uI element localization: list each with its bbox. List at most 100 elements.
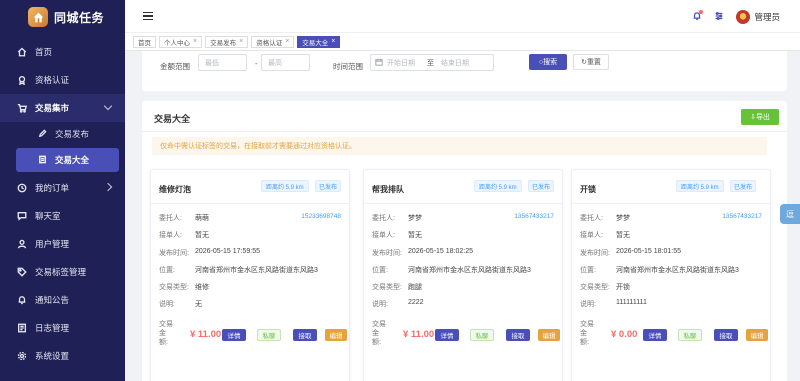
brand[interactable]: 同城任务 [0, 0, 125, 34]
tab-profile[interactable]: 个人中心 × [159, 35, 203, 48]
tab-label: 个人中心 [164, 39, 190, 47]
date-range-picker[interactable]: 开始日期 至 结束日期 [370, 54, 494, 71]
desc-value: 111111111 [616, 299, 647, 306]
sidebar-item-orders[interactable]: 我的订单 [0, 174, 125, 202]
notification-bell-icon[interactable] [692, 9, 704, 23]
tab-publish[interactable]: 交易发布 × [205, 35, 249, 48]
status-badge: 已发布 [528, 180, 555, 192]
type-value: 跑腿 [408, 284, 422, 291]
client-value: 梦梦 [408, 215, 422, 222]
sidebar-subitem-publish[interactable]: 交易发布 [0, 122, 125, 146]
divider [572, 203, 770, 204]
avatar[interactable] [736, 9, 751, 24]
close-icon[interactable]: × [331, 38, 335, 45]
private-chat-button[interactable]: 私聊 [257, 329, 281, 341]
time-row: 发布时间: 2026-05-15 17:59:55 [159, 248, 341, 259]
client-row: 委托人: 梦梦 13567433217 [372, 213, 554, 224]
detail-button[interactable]: 详情 [222, 329, 246, 341]
house-logo-icon [28, 7, 48, 27]
tab-home[interactable]: 首页 [133, 35, 156, 48]
divider [364, 203, 562, 204]
take-button[interactable]: 接取 [293, 329, 317, 341]
taker-row: 接单人: 暂无 [372, 230, 554, 241]
field-label: 发布时间: [372, 250, 402, 257]
bell-icon [16, 295, 27, 306]
phone-value[interactable]: 13567433217 [514, 213, 554, 220]
edit-button[interactable]: 编辑 [746, 329, 768, 341]
field-label: 位置: [159, 267, 175, 274]
take-button[interactable]: 接取 [714, 329, 738, 341]
sidebar-item-home[interactable]: 首页 [0, 38, 125, 66]
field-label: 交易类型: [372, 284, 402, 291]
edit-icon [38, 129, 48, 139]
close-icon[interactable]: × [239, 38, 243, 45]
distance-badge: 距离约 5.9 km [474, 180, 522, 192]
sidebar-item-label: 通知公告 [35, 295, 70, 305]
notice-banner: 仅命中需认证标签的交易，在接取前才需要通过对应资格认证。 [152, 137, 767, 155]
time-value: 2026-05-15 17:59:55 [195, 248, 260, 255]
sidebar-item-certification[interactable]: 资格认证 [0, 66, 125, 94]
field-label: 接单人: [372, 232, 395, 239]
sidebar-item-logs[interactable]: 日志管理 [0, 314, 125, 342]
sidebar-item-market[interactable]: 交易集市 [0, 94, 125, 122]
trade-card: 帮我排队 距离约 5.9 km 已发布 委托人: 梦梦 13567433217 接单… [363, 169, 563, 381]
search-button[interactable]: ○ 搜索 [529, 54, 567, 70]
private-chat-button[interactable]: 私聊 [470, 329, 494, 341]
tag-icon [16, 267, 27, 278]
amount-range-label: 金额范围 [160, 62, 190, 71]
tab-label: 资格认证 [256, 39, 283, 47]
filter-panel: 金额范围 最低 - 最高 时间范围 开始日期 至 结束日期 ○ 搜索 ↻ 重置 [142, 51, 787, 91]
max-amount-input[interactable]: 最高 [261, 54, 310, 71]
end-date-placeholder[interactable]: 结束日期 [441, 58, 469, 68]
reset-button[interactable]: ↻ 重置 [573, 54, 609, 70]
sidebar-subitem-all-trades[interactable]: 交易大全 [16, 148, 119, 172]
phone-value[interactable]: 13567433217 [722, 213, 762, 220]
detail-button[interactable]: 详情 [435, 329, 459, 341]
field-label: 位置: [580, 267, 596, 274]
detail-button[interactable]: 详情 [643, 329, 667, 341]
location-value: 河南省郑州市金水区东风路街道东风路3 [408, 267, 531, 274]
location-row: 位置: 河南省郑州市金水区东风路街道东风路3 [159, 265, 341, 276]
user-name[interactable]: 管理员 [754, 11, 780, 23]
trade-card: 维修灯泡 距离约 5.9 km 已发布 委托人: 萌萌 15233698748 接单… [150, 169, 350, 381]
field-label: 说明: [159, 301, 175, 308]
list-icon [38, 155, 48, 165]
min-amount-input[interactable]: 最低 [198, 54, 247, 71]
hamburger-menu-icon[interactable] [143, 11, 153, 21]
sidebar-item-tags[interactable]: 交易标签管理 [0, 258, 125, 286]
location-value: 河南省郑州市金水区东风路街道东风路3 [616, 267, 739, 274]
sidebar-item-settings[interactable]: 系统设置 [0, 342, 125, 370]
field-label: 交易类型: [580, 284, 610, 291]
sidebar-subitem-label: 交易大全 [55, 155, 90, 165]
floating-assistant-button[interactable]: 逗 [780, 204, 800, 224]
order-icon [16, 183, 27, 194]
settings-sliders-icon[interactable] [714, 11, 724, 23]
taker-value: 暂无 [195, 232, 209, 239]
close-icon[interactable]: × [285, 38, 289, 45]
distance-badge: 距离约 5.9 km [261, 180, 309, 192]
sidebar-item-notices[interactable]: 通知公告 [0, 286, 125, 314]
calendar-icon [375, 58, 387, 68]
list-title: 交易大全 [154, 114, 191, 124]
amount-label-line: 交易 [159, 321, 173, 328]
tab-certification[interactable]: 资格认证 × [251, 35, 295, 48]
private-chat-button[interactable]: 私聊 [678, 329, 702, 341]
certificate-icon [16, 75, 27, 86]
taker-row: 接单人: 暂无 [159, 230, 341, 241]
chevron-down-icon [103, 101, 113, 111]
cart-icon [16, 103, 27, 114]
sidebar-item-chat[interactable]: 聊天室 [0, 202, 125, 230]
amount-label-line: 额: [580, 339, 589, 346]
tab-all-trades[interactable]: 交易大全 × [297, 35, 341, 48]
export-button[interactable]: ⇩ 导出 [741, 109, 779, 125]
sidebar-item-users[interactable]: 用户管理 [0, 230, 125, 258]
take-button[interactable]: 接取 [506, 329, 530, 341]
trade-title: 维修灯泡 [159, 185, 191, 194]
edit-button[interactable]: 编辑 [538, 329, 560, 341]
sidebar-item-label: 首页 [35, 47, 53, 57]
phone-value[interactable]: 15233698748 [301, 213, 341, 220]
user-icon [16, 239, 27, 250]
start-date-placeholder[interactable]: 开始日期 [387, 58, 427, 68]
edit-button[interactable]: 编辑 [325, 329, 347, 341]
close-icon[interactable]: × [193, 38, 197, 45]
